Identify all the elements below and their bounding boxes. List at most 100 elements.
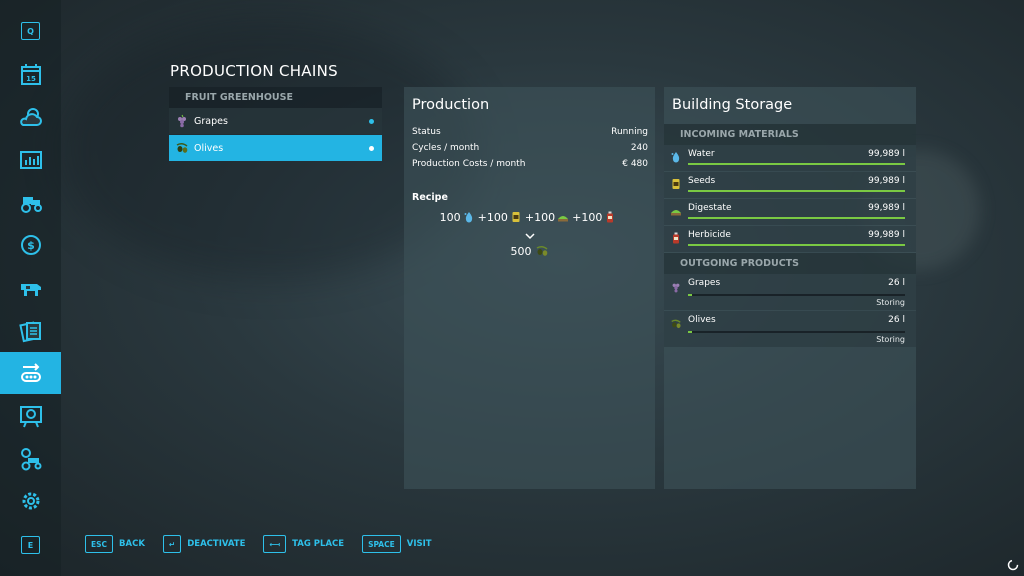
storage-name: Herbicide: [688, 230, 731, 240]
storage-value: 26 l: [888, 315, 905, 325]
chain-item-label: Olives: [194, 142, 224, 154]
fill-bar-level: [688, 294, 693, 296]
chain-header: FRUIT GREENHOUSE: [169, 87, 382, 108]
stat-value: 240: [630, 143, 648, 153]
page-title: PRODUCTION CHAINS: [170, 62, 338, 80]
storage-row-seeds: Seeds 99,989 l: [664, 172, 916, 198]
sidebar: Q 15 $ E: [0, 0, 61, 576]
garage-icon: [20, 448, 41, 471]
recipe-output: 500: [404, 244, 655, 258]
outgoing-products-header: OUTGOING PRODUCTS: [664, 253, 916, 274]
key-hint: ↵: [162, 535, 182, 553]
action-label: VISIT: [406, 539, 432, 549]
fill-bar: [688, 190, 905, 192]
storage-row-herbicide: Herbicide 99,989 l: [664, 226, 916, 252]
sidebar-item-contracts[interactable]: [0, 310, 61, 352]
storage-row-olives: Olives 26 l Storing: [664, 311, 916, 347]
calendar-icon: 15: [20, 64, 41, 85]
olives-icon: [176, 142, 188, 153]
sidebar-next-key[interactable]: E: [21, 536, 40, 554]
svg-text:$: $: [27, 239, 35, 252]
tag-place-button[interactable]: ⟻ TAG PLACE: [263, 535, 344, 553]
water-icon: [671, 152, 680, 163]
fill-bar-level: [688, 163, 905, 165]
stat-value: Running: [611, 127, 648, 137]
key-hint: ⟻: [263, 535, 287, 553]
fill-bar-level: [688, 331, 693, 333]
sidebar-item-calendar[interactable]: 15: [0, 54, 61, 96]
storage-name: Digestate: [688, 203, 732, 213]
seeds-icon: [672, 179, 680, 189]
action-label: BACK: [119, 539, 145, 549]
production-title: Production: [412, 97, 490, 113]
key-hint: ESC: [85, 535, 114, 553]
sidebar-item-settings[interactable]: [0, 480, 61, 522]
fill-bar-level: [688, 244, 905, 246]
sidebar-item-garage[interactable]: [0, 438, 61, 480]
storage-row-digestate: Digestate 99,989 l: [664, 199, 916, 225]
storage-name: Water: [688, 149, 715, 159]
recipe-amount: +100: [524, 210, 556, 224]
calendar-day: 15: [26, 75, 36, 83]
production-icon: [20, 363, 41, 382]
weather-icon: [19, 108, 42, 126]
stat-status: Status Running: [404, 124, 655, 140]
storage-value: 99,989 l: [868, 230, 905, 240]
chain-item-olives[interactable]: Olives: [169, 135, 382, 161]
digestate-icon: [558, 216, 569, 222]
sidebar-item-map[interactable]: [0, 395, 61, 437]
action-label: DEACTIVATE: [187, 539, 246, 549]
recipe-title: Recipe: [412, 192, 448, 203]
sidebar-item-weather[interactable]: [0, 96, 61, 138]
incoming-materials-header: INCOMING MATERIALS: [664, 124, 916, 145]
sidebar-item-finances[interactable]: $: [0, 224, 61, 266]
storage-row-grapes: Grapes 26 l Storing: [664, 274, 916, 310]
storage-value: 26 l: [888, 278, 905, 288]
grapes-icon: [178, 114, 186, 128]
fill-bar: [688, 244, 905, 246]
recipe-output-amount: 500: [510, 244, 532, 258]
action-label: TAG PLACE: [292, 539, 345, 549]
storage-name: Olives: [688, 315, 716, 325]
sidebar-item-production[interactable]: [0, 352, 61, 394]
storage-name: Seeds: [688, 176, 716, 186]
sidebar-item-animals[interactable]: [0, 267, 61, 309]
recipe-arrow: [404, 226, 655, 240]
action-bar: ESC BACK ↵ DEACTIVATE ⟻ TAG PLACE SPACE …: [85, 535, 450, 553]
storage-value: 99,989 l: [868, 149, 905, 159]
fill-bar: [688, 163, 905, 165]
sidebar-prev-key[interactable]: Q: [21, 22, 40, 40]
recipe-amount: 100: [439, 210, 461, 224]
sidebar-item-vehicles[interactable]: [0, 181, 61, 223]
back-button[interactable]: ESC BACK: [85, 535, 145, 553]
olives-icon: [671, 319, 681, 329]
chain-item-grapes[interactable]: Grapes: [169, 108, 382, 134]
storage-row-water: Water 99,989 l: [664, 145, 916, 171]
stat-cycles: Cycles / month 240: [404, 140, 655, 156]
recipe-amount: +100: [572, 210, 603, 224]
recipe-amount: +100: [477, 210, 508, 224]
sidebar-item-statistics[interactable]: [0, 139, 61, 181]
fill-bar-level: [688, 190, 905, 192]
visit-button[interactable]: SPACE VISIT: [362, 535, 432, 553]
storage-name: Grapes: [688, 278, 721, 288]
herbicide-icon: [673, 232, 679, 244]
vehicles-icon: [20, 197, 42, 213]
grapes-icon: [672, 283, 680, 293]
chain-item-label: Grapes: [194, 115, 228, 127]
contracts-icon: [18, 321, 41, 343]
stat-costs: Production Costs / month € 480: [404, 156, 655, 172]
map-icon: [19, 406, 42, 428]
fill-bar-level: [688, 217, 905, 219]
finances-icon: $: [20, 235, 41, 255]
seeds-icon: [512, 212, 520, 222]
deactivate-button[interactable]: ↵ DEACTIVATE: [162, 535, 246, 553]
water-icon: [464, 212, 472, 223]
fill-bar: [688, 294, 905, 296]
status-dot: [369, 119, 374, 124]
stat-label: Cycles / month: [412, 143, 480, 153]
building-storage-panel: Building Storage INCOMING MATERIALS Wate…: [664, 87, 916, 489]
fill-bar: [688, 331, 905, 333]
storage-title: Building Storage: [672, 97, 793, 113]
herbicide-icon: [607, 211, 614, 223]
